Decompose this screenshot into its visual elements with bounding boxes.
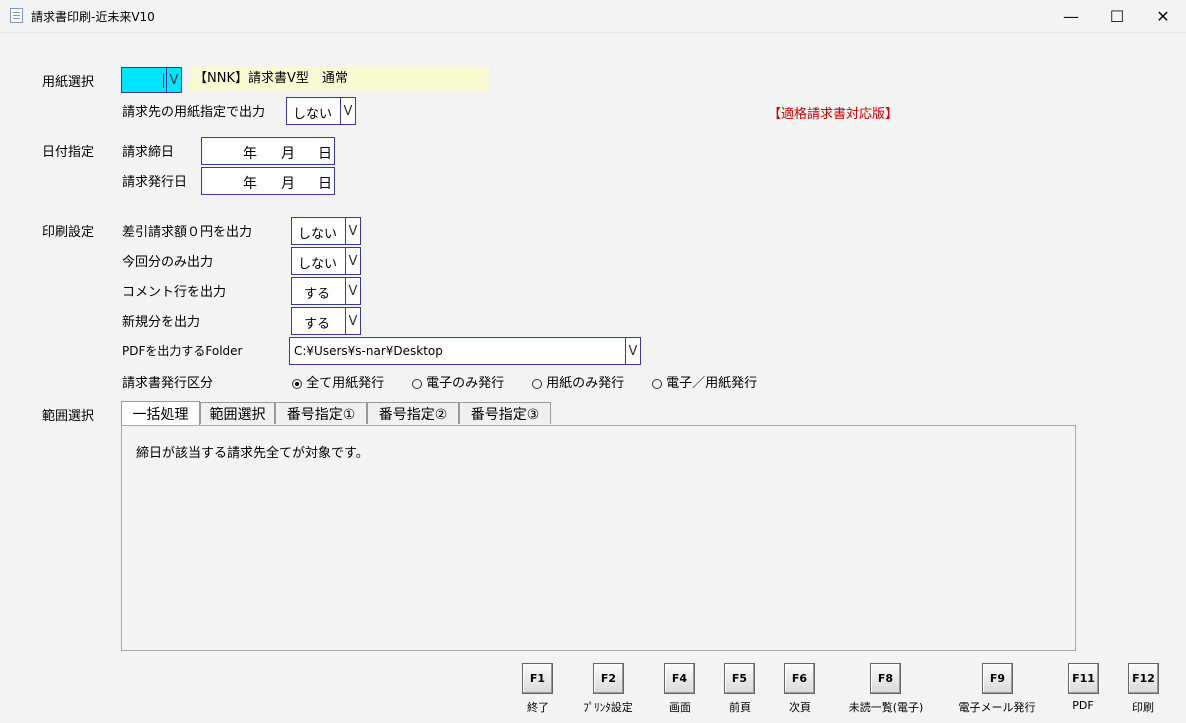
print-option-label: 今回分のみ出力 [122, 255, 214, 270]
paper-dest-combo[interactable]: しない V [286, 97, 356, 125]
comment-row-combo[interactable]: する V [291, 277, 361, 305]
fkey-caption: 未読一覧(電子) [848, 701, 924, 714]
f12-print-button[interactable]: F12 [1128, 663, 1159, 694]
issue-date-field[interactable]: 年 月 日 [201, 167, 335, 195]
month-unit: 月 [281, 176, 295, 192]
pdf-folder-label: PDFを出力するFolder [122, 344, 243, 358]
chevron-down-icon[interactable]: V [340, 98, 355, 124]
chevron-down-icon[interactable]: V [166, 68, 181, 92]
option-label: 電子／用紙発行 [666, 376, 758, 391]
current-only-combo[interactable]: しない V [291, 247, 361, 275]
paper-name-display: 【NNK】請求書Ⅴ型 通常 [190, 67, 490, 91]
maximize-icon: ☐ [1109, 6, 1125, 26]
minimize-button[interactable]: — [1048, 0, 1094, 32]
title-bar: 請求書印刷-近未来V10 — ☐ ✕ [0, 0, 1186, 33]
chevron-down-icon[interactable]: V [345, 248, 360, 274]
tab-range[interactable]: 範囲選択 [200, 402, 275, 424]
window-title: 請求書印刷-近未来V10 [31, 10, 155, 24]
tab-message: 締日が該当する請求先全てが対象です。 [136, 446, 369, 461]
fkey-caption: 終了 [527, 701, 549, 714]
tab-panel: 締日が該当する請求先全てが対象です。 [121, 425, 1076, 651]
combo-value: する [304, 317, 331, 332]
chevron-down-icon[interactable]: V [345, 308, 360, 334]
issue-date-label: 請求発行日 [122, 175, 188, 190]
date-section-label: 日付指定 [42, 145, 95, 160]
chevron-down-icon[interactable]: V [345, 278, 360, 304]
f1-exit-button[interactable]: F1 [522, 663, 553, 694]
print-option-label: 差引請求額０円を出力 [122, 225, 253, 240]
app-icon [10, 8, 23, 23]
new-items-combo[interactable]: する V [291, 307, 361, 335]
chevron-down-icon[interactable]: V [345, 218, 360, 244]
f11-pdf-button[interactable]: F11 [1068, 663, 1099, 694]
fkey-caption: 印刷 [1132, 701, 1154, 714]
tab-number-3[interactable]: 番号指定③ [459, 402, 551, 424]
tab-number-2[interactable]: 番号指定② [367, 402, 459, 424]
pdf-folder-combo[interactable]: C:¥Users¥s-nar¥Desktop V [289, 337, 641, 365]
close-button[interactable]: ✕ [1140, 0, 1186, 32]
fkey-caption: 次頁 [789, 701, 811, 714]
close-date-label: 請求締日 [122, 145, 175, 160]
minimize-icon: — [1063, 6, 1079, 26]
issue-type-label: 請求書発行区分 [122, 376, 214, 391]
f6-next-page-button[interactable]: F6 [784, 663, 815, 694]
print-section-label: 印刷設定 [42, 225, 95, 240]
option-label: 電子のみ発行 [426, 376, 505, 391]
print-option-label: コメント行を出力 [122, 285, 227, 300]
f9-email-issue-button[interactable]: F9 [982, 663, 1013, 694]
radio-icon[interactable] [652, 378, 662, 389]
radio-selected-icon[interactable] [292, 378, 302, 389]
paper-select-combo[interactable]: V [121, 67, 182, 93]
close-date-field[interactable]: 年 月 日 [201, 137, 335, 165]
range-section-label: 範囲選択 [42, 409, 95, 424]
fkey-caption: 前頁 [729, 701, 751, 714]
fkey-caption: ﾌﾟﾘﾝﾀ設定 [583, 701, 633, 714]
radio-icon[interactable] [532, 378, 542, 389]
month-unit: 月 [281, 146, 295, 162]
year-unit: 年 [243, 146, 257, 162]
issue-type-option[interactable]: 電子／用紙発行 [652, 372, 757, 391]
paper-dest-label: 請求先の用紙指定で出力 [122, 105, 266, 120]
tab-batch[interactable]: 一括処理 [121, 401, 200, 425]
maximize-button[interactable]: ☐ [1094, 0, 1140, 32]
chevron-down-icon[interactable]: V [625, 338, 640, 364]
combo-value: しない [298, 227, 338, 242]
f2-printer-settings-button[interactable]: F2 [593, 663, 624, 694]
fkey-caption: 電子メール発行 [958, 701, 1036, 714]
close-icon: ✕ [1156, 6, 1170, 26]
year-unit: 年 [243, 176, 257, 192]
tab-number-1[interactable]: 番号指定① [275, 402, 367, 424]
pdf-folder-path: C:¥Users¥s-nar¥Desktop [294, 344, 443, 358]
combo-value: する [304, 287, 331, 302]
invoice-notice: 【適格請求書対応版】 [768, 107, 899, 122]
day-unit: 日 [318, 176, 332, 192]
f8-unread-list-button[interactable]: F8 [870, 663, 901, 694]
fkey-caption: 画面 [669, 701, 691, 714]
fkey-caption: PDF [1072, 699, 1094, 712]
option-label: 全て用紙発行 [306, 376, 385, 391]
option-label: 用紙のみ発行 [546, 376, 625, 391]
radio-icon[interactable] [412, 378, 422, 389]
issue-type-option[interactable]: 全て用紙発行 [292, 372, 384, 391]
day-unit: 日 [318, 146, 332, 162]
f5-prev-page-button[interactable]: F5 [724, 663, 755, 694]
combo-value: しない [293, 107, 333, 122]
print-option-label: 新規分を出力 [122, 315, 201, 330]
text-caret [163, 73, 164, 88]
issue-type-option[interactable]: 電子のみ発行 [412, 372, 504, 391]
zero-amount-combo[interactable]: しない V [291, 217, 361, 245]
paper-section-label: 用紙選択 [42, 75, 95, 90]
f4-screen-button[interactable]: F4 [664, 663, 695, 694]
issue-type-option[interactable]: 用紙のみ発行 [532, 372, 624, 391]
combo-value: しない [298, 257, 338, 272]
